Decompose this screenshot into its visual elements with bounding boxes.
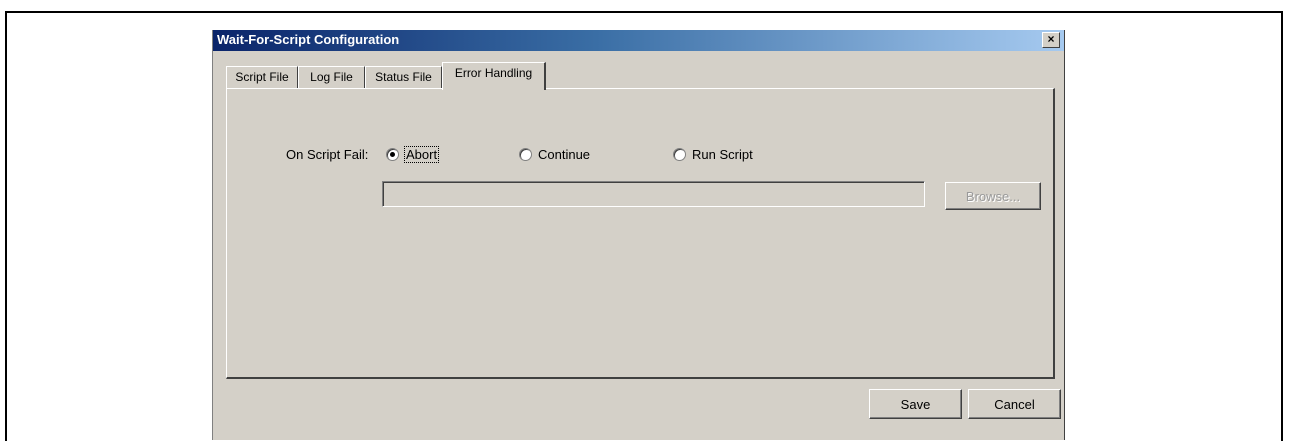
on-script-fail-label: On Script Fail: (286, 147, 369, 162)
window-title: Wait-For-Script Configuration (217, 32, 400, 47)
tab-label: Log File (310, 70, 353, 84)
radio-abort[interactable]: Abort (386, 146, 440, 163)
tab-label: Error Handling (454, 66, 533, 80)
radio-label-abort: Abort (403, 146, 440, 163)
close-button[interactable]: × (1042, 32, 1060, 48)
config-dialog: Wait-For-Script Configuration × Script F… (212, 30, 1065, 440)
radio-checked-icon (386, 148, 399, 161)
close-icon: × (1047, 32, 1055, 46)
tab-label: Script File (235, 70, 289, 84)
tab-script-file[interactable]: Script File (226, 66, 298, 89)
radio-continue[interactable]: Continue (519, 147, 590, 162)
radio-unchecked-icon (519, 148, 532, 161)
tab-status-file[interactable]: Status File (365, 66, 442, 89)
tab-panel-error-handling (226, 88, 1055, 379)
tab-error-handling[interactable]: Error Handling (442, 62, 546, 90)
script-path-input[interactable] (382, 181, 925, 207)
cancel-button[interactable]: Cancel (968, 389, 1061, 419)
radio-run-script[interactable]: Run Script (673, 147, 753, 162)
save-button[interactable]: Save (869, 389, 962, 419)
tab-label: Status File (375, 70, 432, 84)
browse-button[interactable]: Browse... (945, 182, 1041, 210)
title-bar[interactable]: Wait-For-Script Configuration × (213, 30, 1064, 51)
tab-log-file[interactable]: Log File (298, 66, 365, 89)
radio-unchecked-icon (673, 148, 686, 161)
radio-label-continue: Continue (538, 147, 591, 162)
radio-label-run-script: Run Script (692, 147, 753, 162)
